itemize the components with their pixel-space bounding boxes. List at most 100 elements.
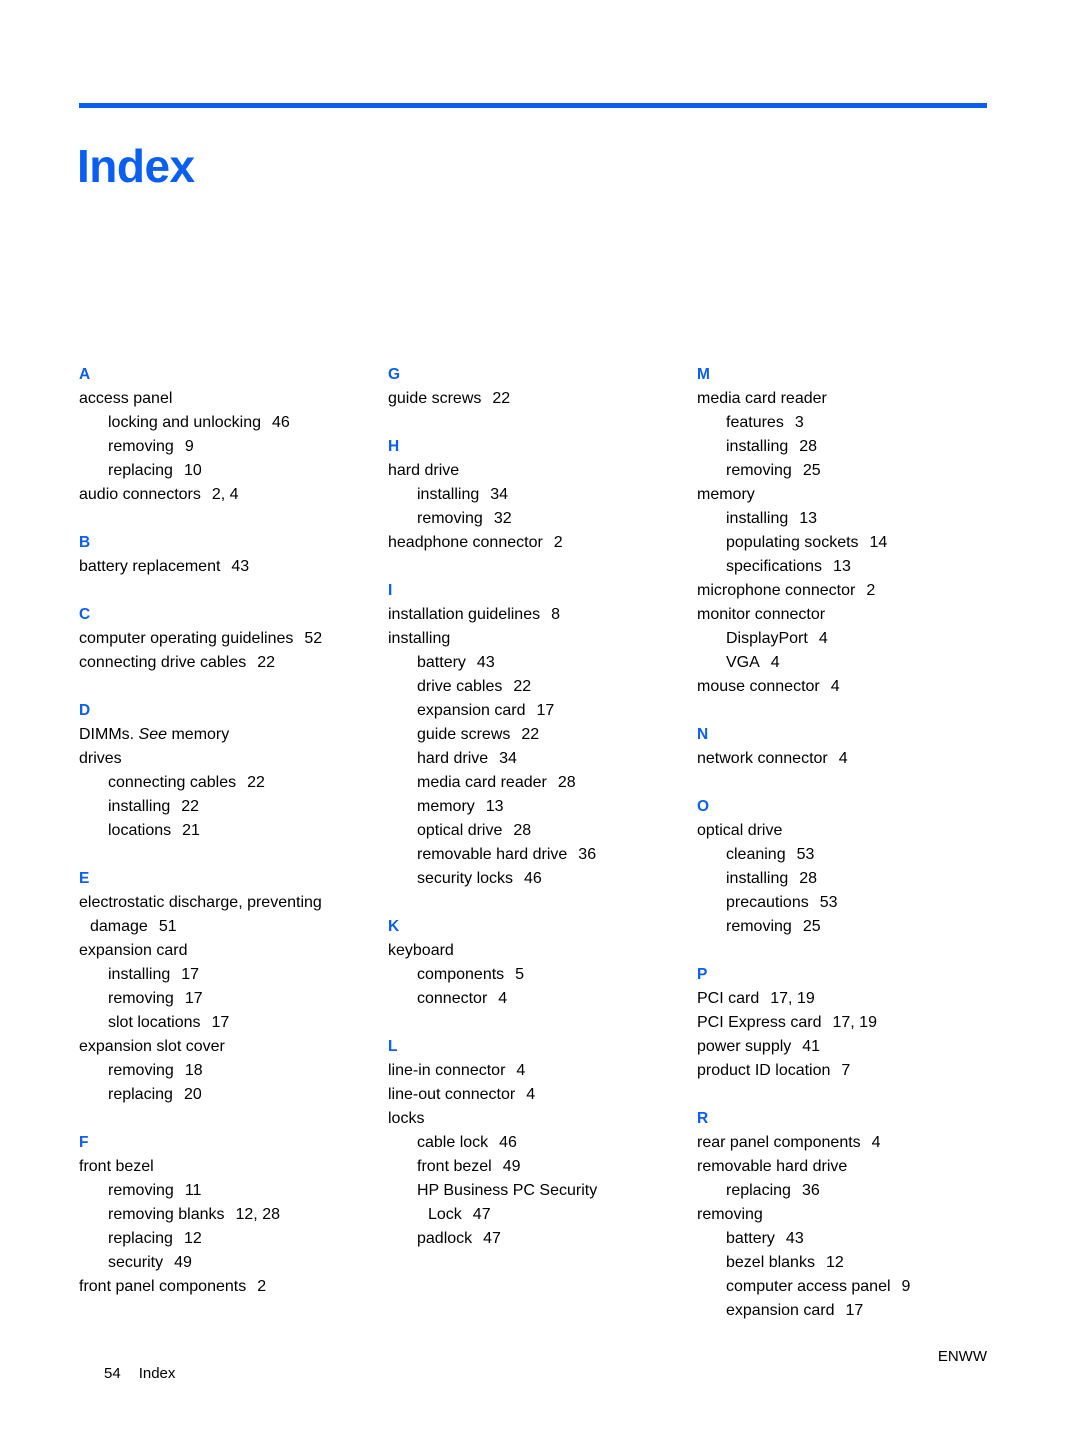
index-entry[interactable]: media card reader 28 bbox=[388, 771, 697, 795]
index-entry[interactable]: media card reader bbox=[697, 387, 1006, 411]
letter-group-d: D DIMMs. See memory drives connecting cable… bbox=[79, 699, 388, 843]
index-entry[interactable]: hard drive 34 bbox=[388, 747, 697, 771]
index-entry[interactable]: locks bbox=[388, 1107, 697, 1131]
index-entry-pages: 4 bbox=[770, 654, 780, 671]
index-entry[interactable]: expansion card 17 bbox=[697, 1299, 1006, 1323]
index-entry-pages: 34 bbox=[490, 486, 509, 503]
index-entry[interactable]: locations 21 bbox=[79, 819, 388, 843]
index-entry[interactable]: expansion card 17 bbox=[388, 699, 697, 723]
index-entry[interactable]: battery replacement 43 bbox=[79, 555, 388, 579]
index-entry[interactable]: DIMMs. See memory bbox=[79, 723, 388, 747]
index-entry[interactable]: expansion slot cover bbox=[79, 1035, 388, 1059]
index-entry[interactable]: front bezel 49 bbox=[388, 1155, 697, 1179]
index-entry[interactable]: installing 13 bbox=[697, 507, 1006, 531]
index-entry[interactable]: security locks 46 bbox=[388, 867, 697, 891]
index-entry[interactable]: cable lock 46 bbox=[388, 1131, 697, 1155]
index-entry-label: memory bbox=[697, 486, 755, 503]
index-entry-pages: 51 bbox=[158, 918, 177, 935]
index-entry[interactable]: electrostatic discharge, preventing bbox=[79, 891, 388, 915]
index-entry[interactable]: audio connectors 2, 4 bbox=[79, 483, 388, 507]
index-entry[interactable]: removable hard drive bbox=[697, 1155, 1006, 1179]
index-entry[interactable]: installing 28 bbox=[697, 867, 1006, 891]
index-entry[interactable]: removable hard drive 36 bbox=[388, 843, 697, 867]
index-entry[interactable]: battery 43 bbox=[697, 1227, 1006, 1251]
index-entry[interactable]: mouse connector 4 bbox=[697, 675, 1006, 699]
index-entry[interactable]: computer access panel 9 bbox=[697, 1275, 1006, 1299]
index-entry-pages: 13 bbox=[799, 510, 818, 527]
index-entry[interactable]: replacing 10 bbox=[79, 459, 388, 483]
index-entry[interactable]: keyboard bbox=[388, 939, 697, 963]
index-entry[interactable]: rear panel components 4 bbox=[697, 1131, 1006, 1155]
index-entry[interactable]: removing 32 bbox=[388, 507, 697, 531]
index-entry[interactable]: installing 22 bbox=[79, 795, 388, 819]
index-entry[interactable]: removing 9 bbox=[79, 435, 388, 459]
index-entry[interactable]: installing 34 bbox=[388, 483, 697, 507]
index-entry[interactable]: replacing 20 bbox=[79, 1083, 388, 1107]
index-entry[interactable]: security 49 bbox=[79, 1251, 388, 1275]
index-entry[interactable]: slot locations 17 bbox=[79, 1011, 388, 1035]
index-entry[interactable]: padlock 47 bbox=[388, 1227, 697, 1251]
index-entry[interactable]: VGA 4 bbox=[697, 651, 1006, 675]
index-entry[interactable]: installing 28 bbox=[697, 435, 1006, 459]
index-entry[interactable]: removing 17 bbox=[79, 987, 388, 1011]
index-entry[interactable]: headphone connector 2 bbox=[388, 531, 697, 555]
index-entry[interactable]: removing 25 bbox=[697, 915, 1006, 939]
index-entry[interactable]: front panel components 2 bbox=[79, 1275, 388, 1299]
index-entry[interactable]: access panel bbox=[79, 387, 388, 411]
index-entry[interactable]: specifications 13 bbox=[697, 555, 1006, 579]
index-entry[interactable]: PCI card 17, 19 bbox=[697, 987, 1006, 1011]
index-entry[interactable]: populating sockets 14 bbox=[697, 531, 1006, 555]
index-entry[interactable]: damage 51 bbox=[79, 915, 388, 939]
index-entry[interactable]: components 5 bbox=[388, 963, 697, 987]
index-entry-label: media card reader bbox=[417, 774, 547, 791]
index-entry[interactable]: monitor connector bbox=[697, 603, 1006, 627]
index-entry[interactable]: installing bbox=[388, 627, 697, 651]
index-entry[interactable]: memory bbox=[697, 483, 1006, 507]
index-entry[interactable]: guide screws 22 bbox=[388, 723, 697, 747]
index-entry[interactable]: computer operating guidelines 52 bbox=[79, 627, 388, 651]
index-entry-pages: 25 bbox=[802, 462, 821, 479]
index-entry[interactable]: front bezel bbox=[79, 1155, 388, 1179]
index-entry[interactable]: features 3 bbox=[697, 411, 1006, 435]
index-entry-pages: 12 bbox=[183, 1230, 202, 1247]
index-entry[interactable]: replacing 12 bbox=[79, 1227, 388, 1251]
index-entry[interactable]: PCI Express card 17, 19 bbox=[697, 1011, 1006, 1035]
index-entry[interactable]: installation guidelines 8 bbox=[388, 603, 697, 627]
index-entry[interactable]: replacing 36 bbox=[697, 1179, 1006, 1203]
index-entry[interactable]: bezel blanks 12 bbox=[697, 1251, 1006, 1275]
index-entry[interactable]: locking and unlocking 46 bbox=[79, 411, 388, 435]
index-entry[interactable]: connector 4 bbox=[388, 987, 697, 1011]
index-entry[interactable]: memory 13 bbox=[388, 795, 697, 819]
index-entry-pages: 22 bbox=[247, 774, 265, 791]
index-entry[interactable]: installing 17 bbox=[79, 963, 388, 987]
index-entry[interactable]: precautions 53 bbox=[697, 891, 1006, 915]
index-entry[interactable]: product ID location 7 bbox=[697, 1059, 1006, 1083]
index-entry[interactable]: connecting cables 22 bbox=[79, 771, 388, 795]
index-entry[interactable]: Lock 47 bbox=[388, 1203, 697, 1227]
index-entry[interactable]: power supply 41 bbox=[697, 1035, 1006, 1059]
index-entry[interactable]: optical drive bbox=[697, 819, 1006, 843]
index-entry[interactable]: optical drive 28 bbox=[388, 819, 697, 843]
index-entry[interactable]: removing bbox=[697, 1203, 1006, 1227]
index-entry[interactable]: removing blanks 12, 28 bbox=[79, 1203, 388, 1227]
index-entry[interactable]: guide screws 22 bbox=[388, 387, 697, 411]
index-entry[interactable]: removing 18 bbox=[79, 1059, 388, 1083]
index-entry[interactable]: drives bbox=[79, 747, 388, 771]
letter-group-c: Ccomputer operating guidelines 52 connecti… bbox=[79, 603, 388, 675]
index-entry[interactable]: network connector 4 bbox=[697, 747, 1006, 771]
index-entry[interactable]: DisplayPort 4 bbox=[697, 627, 1006, 651]
index-entry[interactable]: connecting drive cables 22 bbox=[79, 651, 388, 675]
index-entry[interactable]: expansion card bbox=[79, 939, 388, 963]
index-entry[interactable]: removing 11 bbox=[79, 1179, 388, 1203]
index-entry[interactable]: hard drive bbox=[388, 459, 697, 483]
index-entry[interactable]: line-in connector 4 bbox=[388, 1059, 697, 1083]
index-entry-pages: 2 bbox=[553, 534, 563, 551]
index-entry[interactable]: HP Business PC Security bbox=[388, 1179, 697, 1203]
index-entry[interactable]: line-out connector 4 bbox=[388, 1083, 697, 1107]
index-entry[interactable]: battery 43 bbox=[388, 651, 697, 675]
index-entry[interactable]: microphone connector 2 bbox=[697, 579, 1006, 603]
index-entry[interactable]: drive cables 22 bbox=[388, 675, 697, 699]
index-entry[interactable]: cleaning 53 bbox=[697, 843, 1006, 867]
index-entry[interactable]: removing 25 bbox=[697, 459, 1006, 483]
